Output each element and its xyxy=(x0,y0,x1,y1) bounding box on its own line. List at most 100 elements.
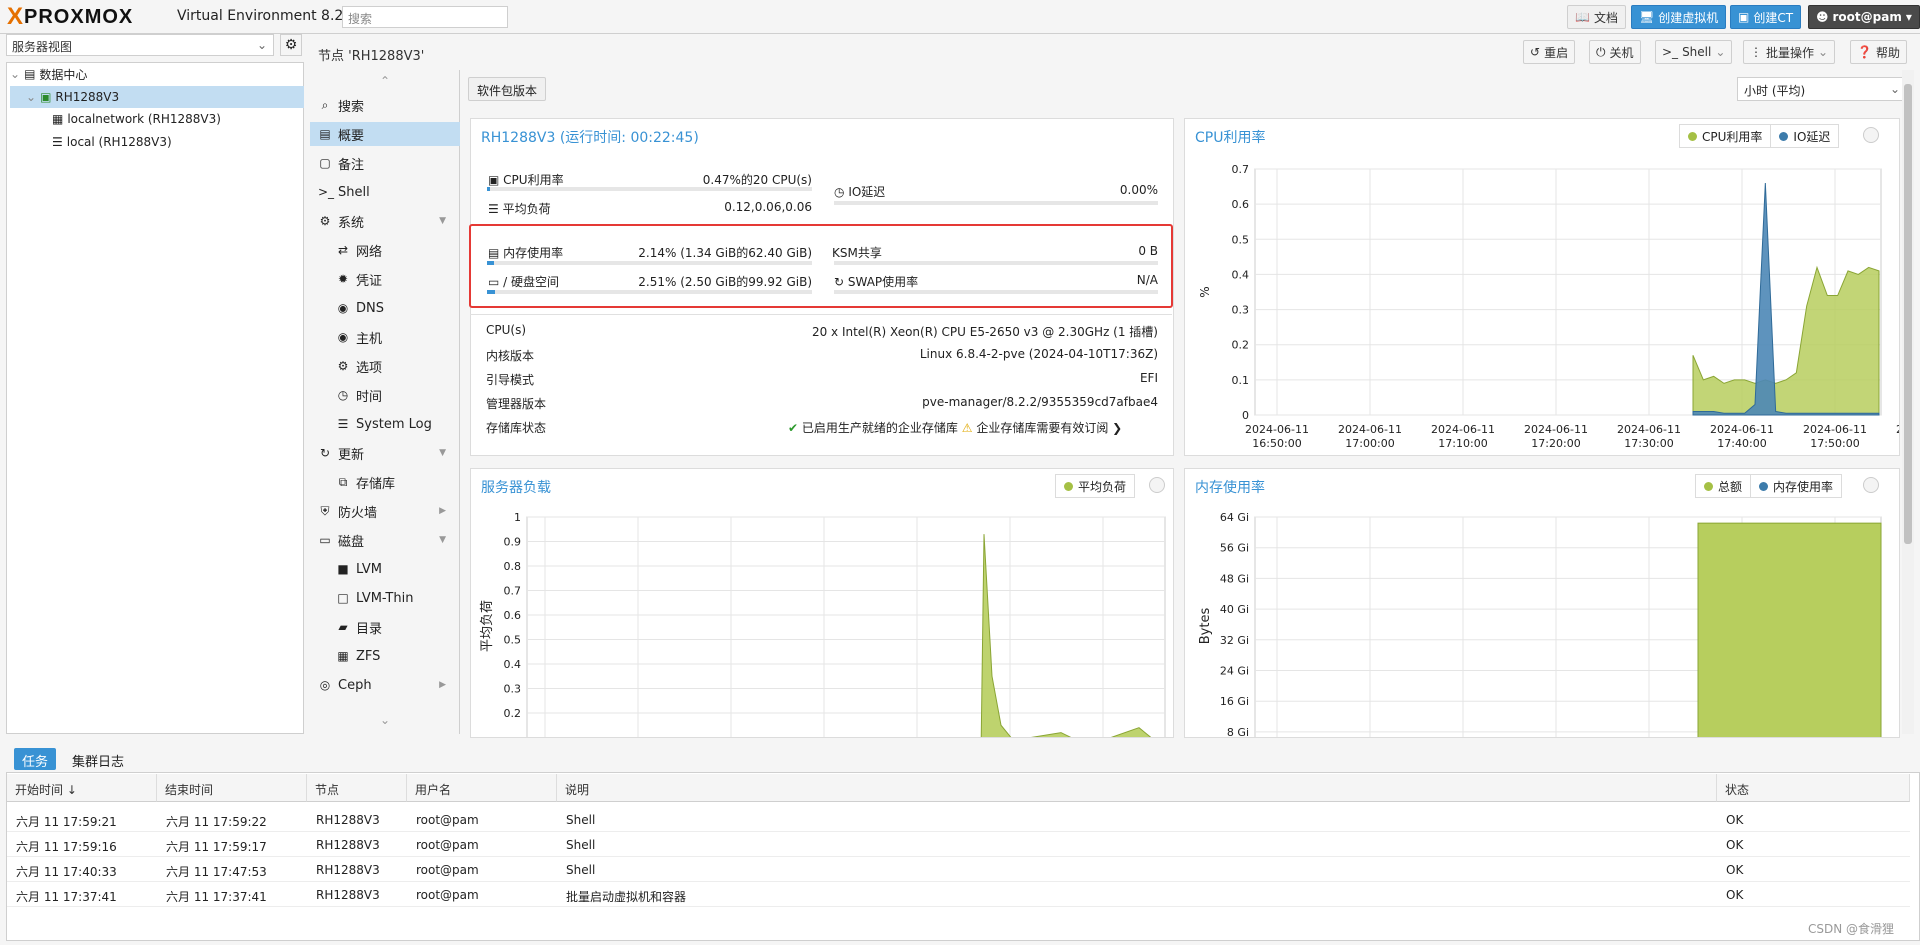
chevron-right-icon[interactable]: ▶ xyxy=(439,680,446,690)
square-outline-icon: □ xyxy=(337,591,349,605)
nav-item-0[interactable]: ⌕ 搜索 xyxy=(310,93,460,117)
table-row[interactable]: 六月 11 17:37:41 六月 11 17:37:41 RH1288V3 root… xyxy=(7,882,1910,907)
column-header[interactable]: 说明 xyxy=(557,774,1717,802)
load-average-value: 0.12,0.06,0.06 xyxy=(724,200,812,214)
table-row[interactable]: 六月 11 17:40:33 六月 11 17:47:53 RH1288V3 root… xyxy=(7,857,1910,882)
package-versions-button[interactable]: 软件包版本 xyxy=(468,77,547,101)
user-menu-button[interactable]: ☻ root@pam ▾ xyxy=(1808,5,1920,29)
tab-cluster-log[interactable]: 集群日志 xyxy=(64,748,132,770)
undo-zoom-icon[interactable] xyxy=(1149,477,1165,493)
nav-item-19[interactable]: ▦ ZFS xyxy=(310,644,460,668)
chevron-right-icon[interactable]: ▶ xyxy=(439,506,446,516)
nav-item-14[interactable]: ⛨ 防火墙 ▶ xyxy=(310,499,460,523)
x-tick-label: 2024-06-11 xyxy=(1617,423,1681,436)
y-tick-label: 0.4 xyxy=(1232,268,1250,281)
undo-zoom-icon[interactable] xyxy=(1863,477,1879,493)
disk-usage-bar xyxy=(487,290,812,294)
legend-item-total[interactable]: 总额 xyxy=(1696,475,1752,497)
tree-item-network[interactable]: ▦ localnetwork (RH1288V3) xyxy=(52,108,221,130)
x-tick-label: 2024-06-11 xyxy=(1710,423,1774,436)
undo-zoom-icon[interactable] xyxy=(1863,127,1879,143)
tree-item-datacenter[interactable]: ⌄ ▤ 数据中心 xyxy=(10,63,300,85)
nav-item-11[interactable]: ☰ System Log xyxy=(310,412,460,436)
gear-icon: ⚙ xyxy=(337,359,349,373)
nav-item-20[interactable]: ◎ Ceph ▶ xyxy=(310,673,460,697)
legend-item-memory[interactable]: 内存使用率 xyxy=(1751,475,1841,497)
legend-item-io[interactable]: IO延迟 xyxy=(1771,125,1838,147)
chevron-down-icon[interactable]: ▼ xyxy=(439,448,446,458)
proxmox-logo[interactable]: X PROXMOX xyxy=(7,3,133,30)
nav-scroll-down-icon[interactable]: ⌄ xyxy=(380,713,390,727)
column-header[interactable]: 用户名 xyxy=(407,774,557,802)
table-row[interactable]: 六月 11 17:59:21 六月 11 17:59:22 RH1288V3 root… xyxy=(7,807,1910,832)
shell-button[interactable]: >_ Shell ⌄ xyxy=(1655,40,1733,64)
load-chart-legend: 平均负荷 xyxy=(1055,474,1136,498)
column-header[interactable]: 状态 xyxy=(1717,774,1910,802)
chevron-down-icon[interactable]: ▼ xyxy=(439,535,446,545)
nav-item-10[interactable]: ◷ 时间 xyxy=(310,383,460,407)
swap-label: ↻ SWAP使用率 xyxy=(834,275,919,289)
nav-item-15[interactable]: ▭ 磁盘 ▼ xyxy=(310,528,460,552)
monitor-icon: 🖥 xyxy=(1639,10,1655,24)
legend-item-load[interactable]: 平均负荷 xyxy=(1056,475,1134,497)
y-tick-label: 1 xyxy=(514,511,521,524)
repo-status-value[interactable]: ✔ 已启用生产就绪的企业存储库 ⚠ 企业存储库需要有效订阅 ❯ xyxy=(788,419,1122,436)
nav-item-17[interactable]: □ LVM-Thin xyxy=(310,586,460,610)
column-header[interactable]: 结束时间 xyxy=(157,774,307,802)
content-scrollbar[interactable] xyxy=(1902,70,1914,734)
x-tick-label: 2024-06-11 xyxy=(1524,423,1588,436)
load-chart-panel: 服务器负载 平均负荷 1 0.9 0.8 0.7 0.6 0.5 0.4 0.3 0.2 平均负荷 xyxy=(470,468,1174,738)
nav-item-6[interactable]: ✹ 凭证 xyxy=(310,267,460,291)
bulk-actions-button[interactable]: ⋮ 批量操作 ⌄ xyxy=(1743,40,1836,64)
tree-item-storage[interactable]: ☰ local (RH1288V3) xyxy=(52,131,172,153)
create-ct-button[interactable]: ▣ 创建CT xyxy=(1730,5,1802,29)
create-vm-button[interactable]: 🖥 创建虚拟机 xyxy=(1631,5,1727,29)
table-row[interactable]: 六月 11 17:59:16 六月 11 17:59:17 RH1288V3 root… xyxy=(7,832,1910,857)
y-tick-label: 32 Gi xyxy=(1220,634,1249,647)
cpu-chart-title: CPU利用率 xyxy=(1195,130,1266,146)
view-selector[interactable]: 服务器视图 ⌄ xyxy=(6,34,274,56)
nav-item-18[interactable]: ▰ 目录 xyxy=(310,615,460,639)
help-button[interactable]: ❓ 帮助 xyxy=(1850,40,1907,64)
column-header[interactable]: 开始时间 ↓ xyxy=(7,774,157,802)
nav-item-8[interactable]: ◉ 主机 xyxy=(310,325,460,349)
square-icon: ■ xyxy=(337,562,349,576)
nav-item-1[interactable]: ▤ 概要 xyxy=(310,122,460,146)
x-tick-label: 2024-06-11 xyxy=(1896,423,1899,436)
search-input[interactable]: 搜索 xyxy=(342,6,508,28)
y-tick-label: 0.8 xyxy=(504,560,522,573)
nav-item-16[interactable]: ■ LVM xyxy=(310,557,460,581)
gear-icon[interactable]: ⚙ xyxy=(280,34,302,56)
nav-scroll-up-icon[interactable]: ⌃ xyxy=(380,74,390,88)
column-header[interactable]: 节点 xyxy=(307,774,407,802)
load-chart-title: 服务器负载 xyxy=(481,480,551,496)
nav-item-3[interactable]: >_ Shell xyxy=(310,180,460,204)
cpu-chart: 0.70.60.50.40.30.20.102024-06-1116:50:00… xyxy=(1198,163,1899,450)
boot-mode-value: EFI xyxy=(1139,371,1158,385)
nav-item-7[interactable]: ◉ DNS xyxy=(310,296,460,320)
book-icon: 📖 xyxy=(1575,10,1590,24)
network-grid-icon: ▦ xyxy=(52,112,64,126)
y-axis-label: Bytes xyxy=(1198,608,1213,645)
tab-tasks[interactable]: 任务 xyxy=(14,748,57,770)
nav-item-2[interactable]: ▢ 备注 xyxy=(310,151,460,175)
nav-item-13[interactable]: ⧉ 存储库 xyxy=(310,470,460,494)
y-tick-label: 40 Gi xyxy=(1220,603,1249,616)
chevron-down-icon[interactable]: ▼ xyxy=(439,216,446,226)
nav-item-9[interactable]: ⚙ 选项 xyxy=(310,354,460,378)
docs-button[interactable]: 📖 文档 xyxy=(1567,5,1626,29)
x-tick-label: 17:00:00 xyxy=(1345,437,1394,450)
nav-item-label: Ceph xyxy=(338,677,372,693)
reboot-button[interactable]: ↺ 重启 xyxy=(1523,40,1576,64)
globe-icon: ◉ xyxy=(337,330,349,344)
table-cell: Shell xyxy=(566,813,596,827)
tree-item-node[interactable]: ⌄ ▣ RH1288V3 xyxy=(10,86,304,108)
load-average-label: ☰ 平均负荷 xyxy=(488,202,551,216)
nav-item-4[interactable]: ⚙ 系统 ▼ xyxy=(310,209,460,233)
nav-item-5[interactable]: ⇄ 网络 xyxy=(310,238,460,262)
shutdown-button[interactable]: ⏻ 关机 xyxy=(1589,40,1641,64)
legend-item-cpu[interactable]: CPU利用率 xyxy=(1680,125,1772,147)
nav-item-12[interactable]: ↻ 更新 ▼ xyxy=(310,441,460,465)
node-online-icon: ▣ xyxy=(40,90,52,104)
timeframe-select[interactable]: 小时 (平均) ⌄ xyxy=(1737,77,1907,101)
